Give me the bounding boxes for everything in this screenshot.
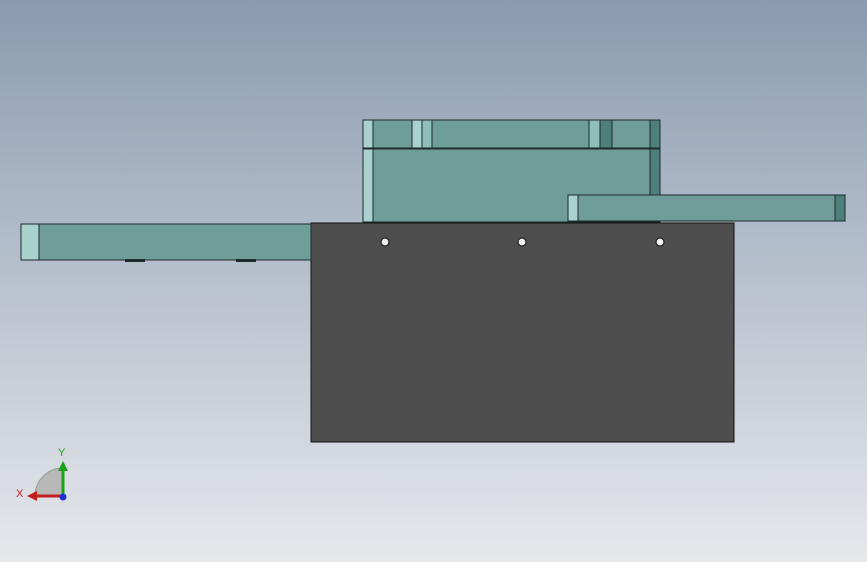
axis-triad: Y X: [16, 447, 68, 501]
mounting-hole-3: [655, 237, 665, 247]
left-plate: [20, 223, 312, 262]
right-plate: [567, 194, 846, 222]
cad-viewport[interactable]: Y X: [0, 0, 867, 562]
x-axis-label: X: [16, 488, 24, 500]
mounting-hole-1: [380, 237, 390, 247]
mounting-hole-2: [517, 237, 527, 247]
model-drawing: Y X: [16, 119, 846, 501]
z-axis-dot: [59, 493, 67, 501]
top-lid: [362, 119, 661, 149]
y-axis-label: Y: [58, 447, 66, 459]
dark-base-block: [310, 222, 735, 443]
